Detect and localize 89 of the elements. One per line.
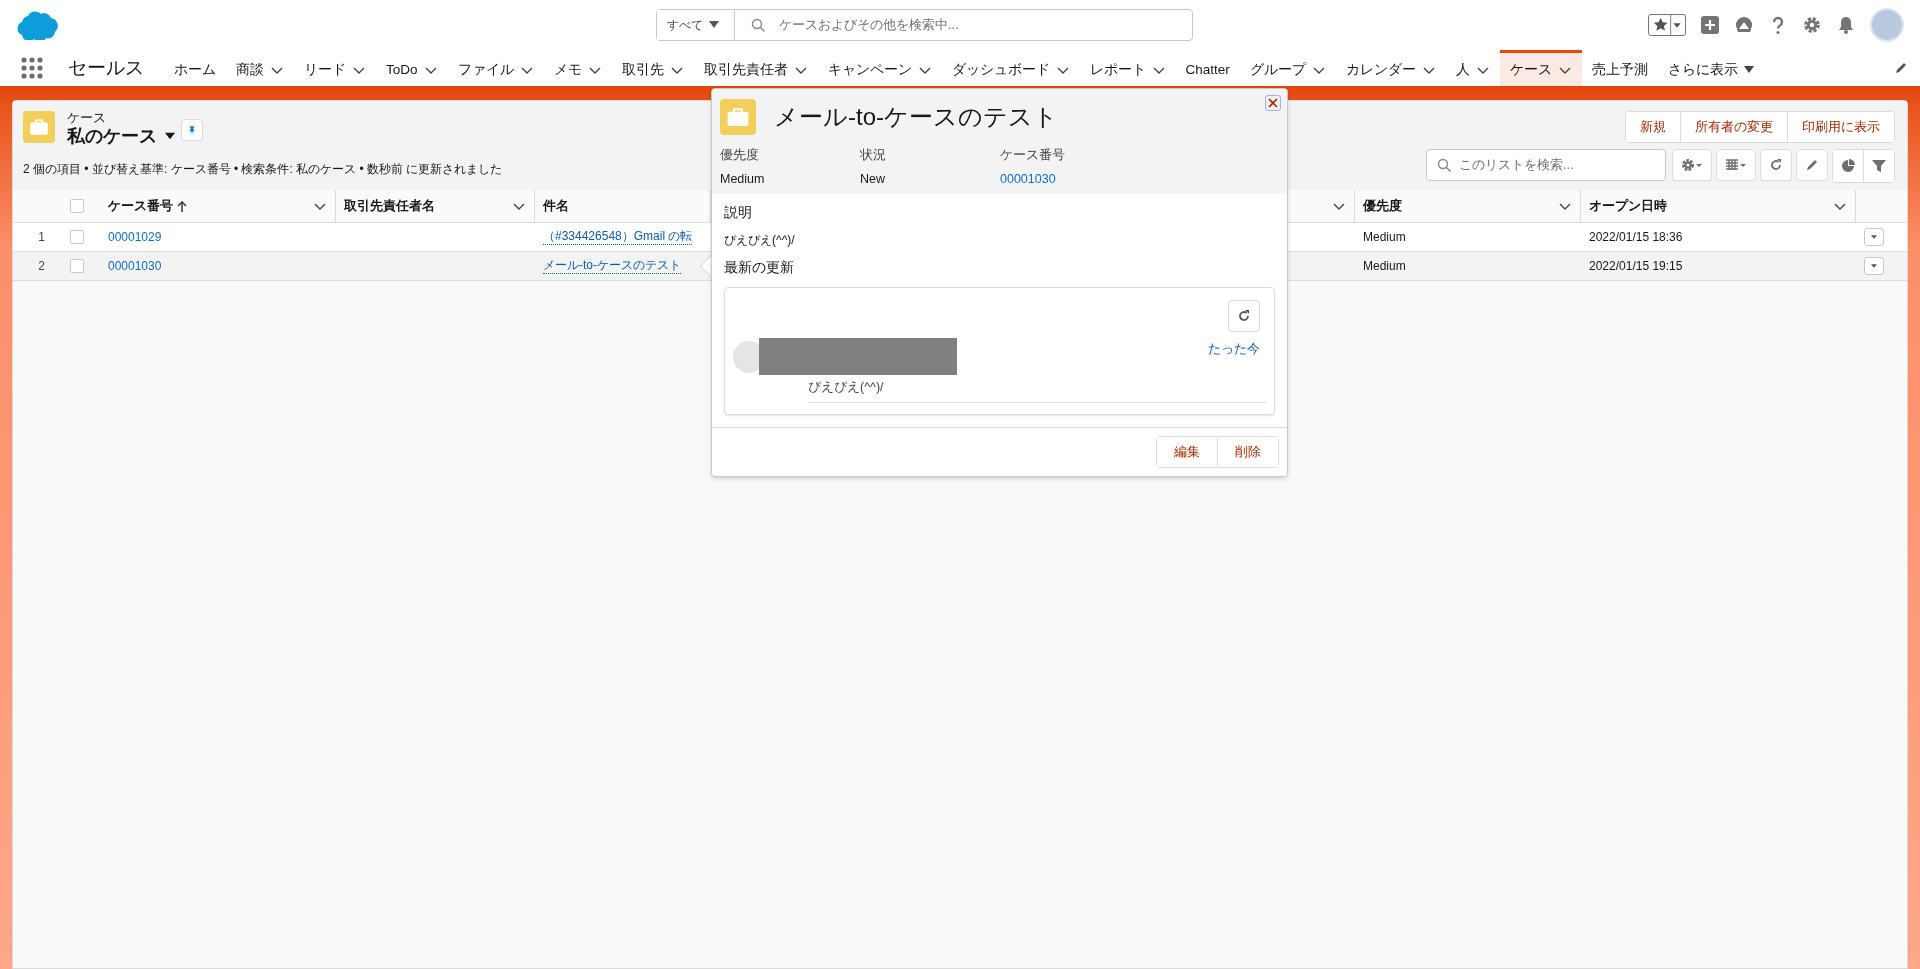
nav-tab[interactable]: メモ bbox=[543, 50, 612, 86]
nav-tab[interactable]: 売上予測 bbox=[1581, 50, 1658, 86]
nav-tab[interactable]: ホーム bbox=[164, 50, 226, 86]
caret-icon bbox=[1871, 263, 1877, 269]
table-cell: Medium bbox=[1355, 252, 1581, 281]
timestamp-link[interactable]: たった今 bbox=[1208, 340, 1260, 358]
table-cell: 2022/01/15 18:36 bbox=[1581, 223, 1856, 252]
refresh-icon bbox=[1237, 309, 1251, 323]
favorites-button[interactable] bbox=[1648, 14, 1686, 36]
caret-icon bbox=[709, 21, 719, 29]
mountain-icon[interactable] bbox=[1734, 15, 1754, 35]
bell-icon[interactable] bbox=[1836, 15, 1856, 35]
column-header[interactable]: 優先度 bbox=[1355, 190, 1581, 223]
filter-icon bbox=[1872, 159, 1886, 173]
app-name: セールス bbox=[68, 56, 144, 80]
search-icon bbox=[751, 18, 765, 32]
cloud-logo-icon[interactable] bbox=[16, 10, 58, 40]
caret-icon[interactable] bbox=[1743, 65, 1754, 74]
search-scope-dropdown[interactable]: すべて bbox=[657, 10, 735, 40]
nav-tab[interactable]: 取引先 bbox=[611, 50, 694, 86]
column-header[interactable]: オープン日時 bbox=[1581, 190, 1856, 223]
nav-tab[interactable]: リード bbox=[294, 50, 376, 86]
list-search-field[interactable]: このリストを検索... bbox=[1426, 149, 1666, 181]
settings-icon[interactable] bbox=[1802, 15, 1822, 35]
close-button[interactable] bbox=[1265, 95, 1281, 111]
gear-icon bbox=[1681, 158, 1703, 172]
field-value: New bbox=[860, 172, 886, 186]
section-heading: 説明 bbox=[724, 204, 752, 222]
plus-icon[interactable] bbox=[1700, 15, 1720, 35]
nav-tab[interactable]: ToDo bbox=[376, 50, 448, 86]
nav-tab[interactable]: Chatter bbox=[1175, 50, 1240, 86]
nav-tab[interactable]: ダッシュボード bbox=[941, 50, 1080, 86]
description-text: ぴえぴえ(^^)/ bbox=[724, 232, 796, 249]
pencil-icon bbox=[1805, 158, 1819, 172]
display-button[interactable] bbox=[1716, 149, 1756, 181]
row-checkbox[interactable] bbox=[70, 230, 84, 244]
nav-tab[interactable]: グループ bbox=[1239, 50, 1336, 86]
nav-tab[interactable]: 商談 bbox=[226, 50, 294, 86]
column-header[interactable]: ケース番号 bbox=[100, 190, 336, 223]
table-cell: Medium bbox=[1355, 223, 1581, 252]
search-icon bbox=[1437, 158, 1451, 172]
field-label: 状況 bbox=[860, 147, 887, 164]
edit-button[interactable] bbox=[1796, 149, 1828, 181]
pin-button[interactable] bbox=[181, 119, 203, 141]
caret-icon bbox=[165, 132, 175, 140]
row-number: 2 bbox=[13, 252, 70, 281]
row-checkbox[interactable] bbox=[70, 259, 84, 273]
refresh-icon bbox=[1769, 158, 1783, 172]
column-header[interactable]: 件名 bbox=[535, 190, 711, 223]
caret-icon bbox=[1871, 234, 1877, 240]
refresh-button[interactable] bbox=[1760, 149, 1792, 181]
case-number-link[interactable]: 00001030 bbox=[1000, 172, 1140, 186]
popup-action-button[interactable]: 削除 bbox=[1217, 437, 1278, 467]
nav-tab[interactable]: カレンダー bbox=[1335, 50, 1446, 86]
section-heading: 最新の更新 bbox=[724, 259, 794, 277]
nav-tab[interactable]: ファイル bbox=[447, 50, 544, 86]
object-name: ケース bbox=[67, 111, 107, 125]
pin-icon bbox=[188, 123, 196, 137]
nav-tab[interactable]: さらに表示 bbox=[1657, 50, 1764, 86]
row-number: 1 bbox=[13, 223, 70, 252]
refresh-button[interactable] bbox=[1228, 300, 1260, 332]
settings-button[interactable] bbox=[1672, 149, 1712, 181]
pie-chart-icon bbox=[1841, 159, 1855, 173]
nav-tab[interactable]: ケース bbox=[1499, 50, 1582, 86]
case-number-link[interactable]: 00001029 bbox=[108, 230, 162, 244]
column-header[interactable]: 取引先責任者名 bbox=[336, 190, 535, 223]
row-action-button[interactable] bbox=[1864, 228, 1884, 246]
popup-title: メール-to-ケースのテスト bbox=[774, 102, 1058, 132]
nav-tab[interactable]: 取引先責任者 bbox=[693, 50, 818, 86]
nav-tab[interactable]: レポート bbox=[1079, 50, 1176, 86]
app-launcher-icon[interactable] bbox=[20, 56, 44, 80]
field-label: 優先度 bbox=[720, 147, 760, 164]
field-label: ケース番号 bbox=[1000, 147, 1066, 164]
pencil-icon[interactable] bbox=[1894, 61, 1908, 75]
feed-text: ぴえぴえ(^^)/ bbox=[808, 379, 1266, 403]
field-value: Medium bbox=[720, 172, 766, 186]
nav-tab[interactable]: 人 bbox=[1445, 50, 1500, 86]
list-summary: 2 個の項目 • 並び替え基準: ケース番号 • 検索条件: 私のケース • 数秒前 に更新されました bbox=[23, 161, 503, 178]
case-number-link[interactable]: 00001030 bbox=[108, 259, 162, 273]
row-action-button[interactable] bbox=[1864, 257, 1884, 275]
table-cell: 2022/01/15 19:15 bbox=[1581, 252, 1856, 281]
filter-button[interactable] bbox=[1863, 150, 1894, 182]
close-icon bbox=[1268, 98, 1278, 108]
action-button[interactable]: 印刷用に表示 bbox=[1787, 112, 1894, 142]
list-view-selector[interactable]: 私のケース bbox=[67, 125, 175, 147]
select-all-checkbox[interactable] bbox=[70, 199, 84, 213]
nav-tab[interactable]: キャンペーン bbox=[817, 50, 942, 86]
global-search-field[interactable]: すべて ケースおよびその他を検索中... bbox=[656, 9, 1193, 41]
table-icon bbox=[1725, 158, 1747, 172]
